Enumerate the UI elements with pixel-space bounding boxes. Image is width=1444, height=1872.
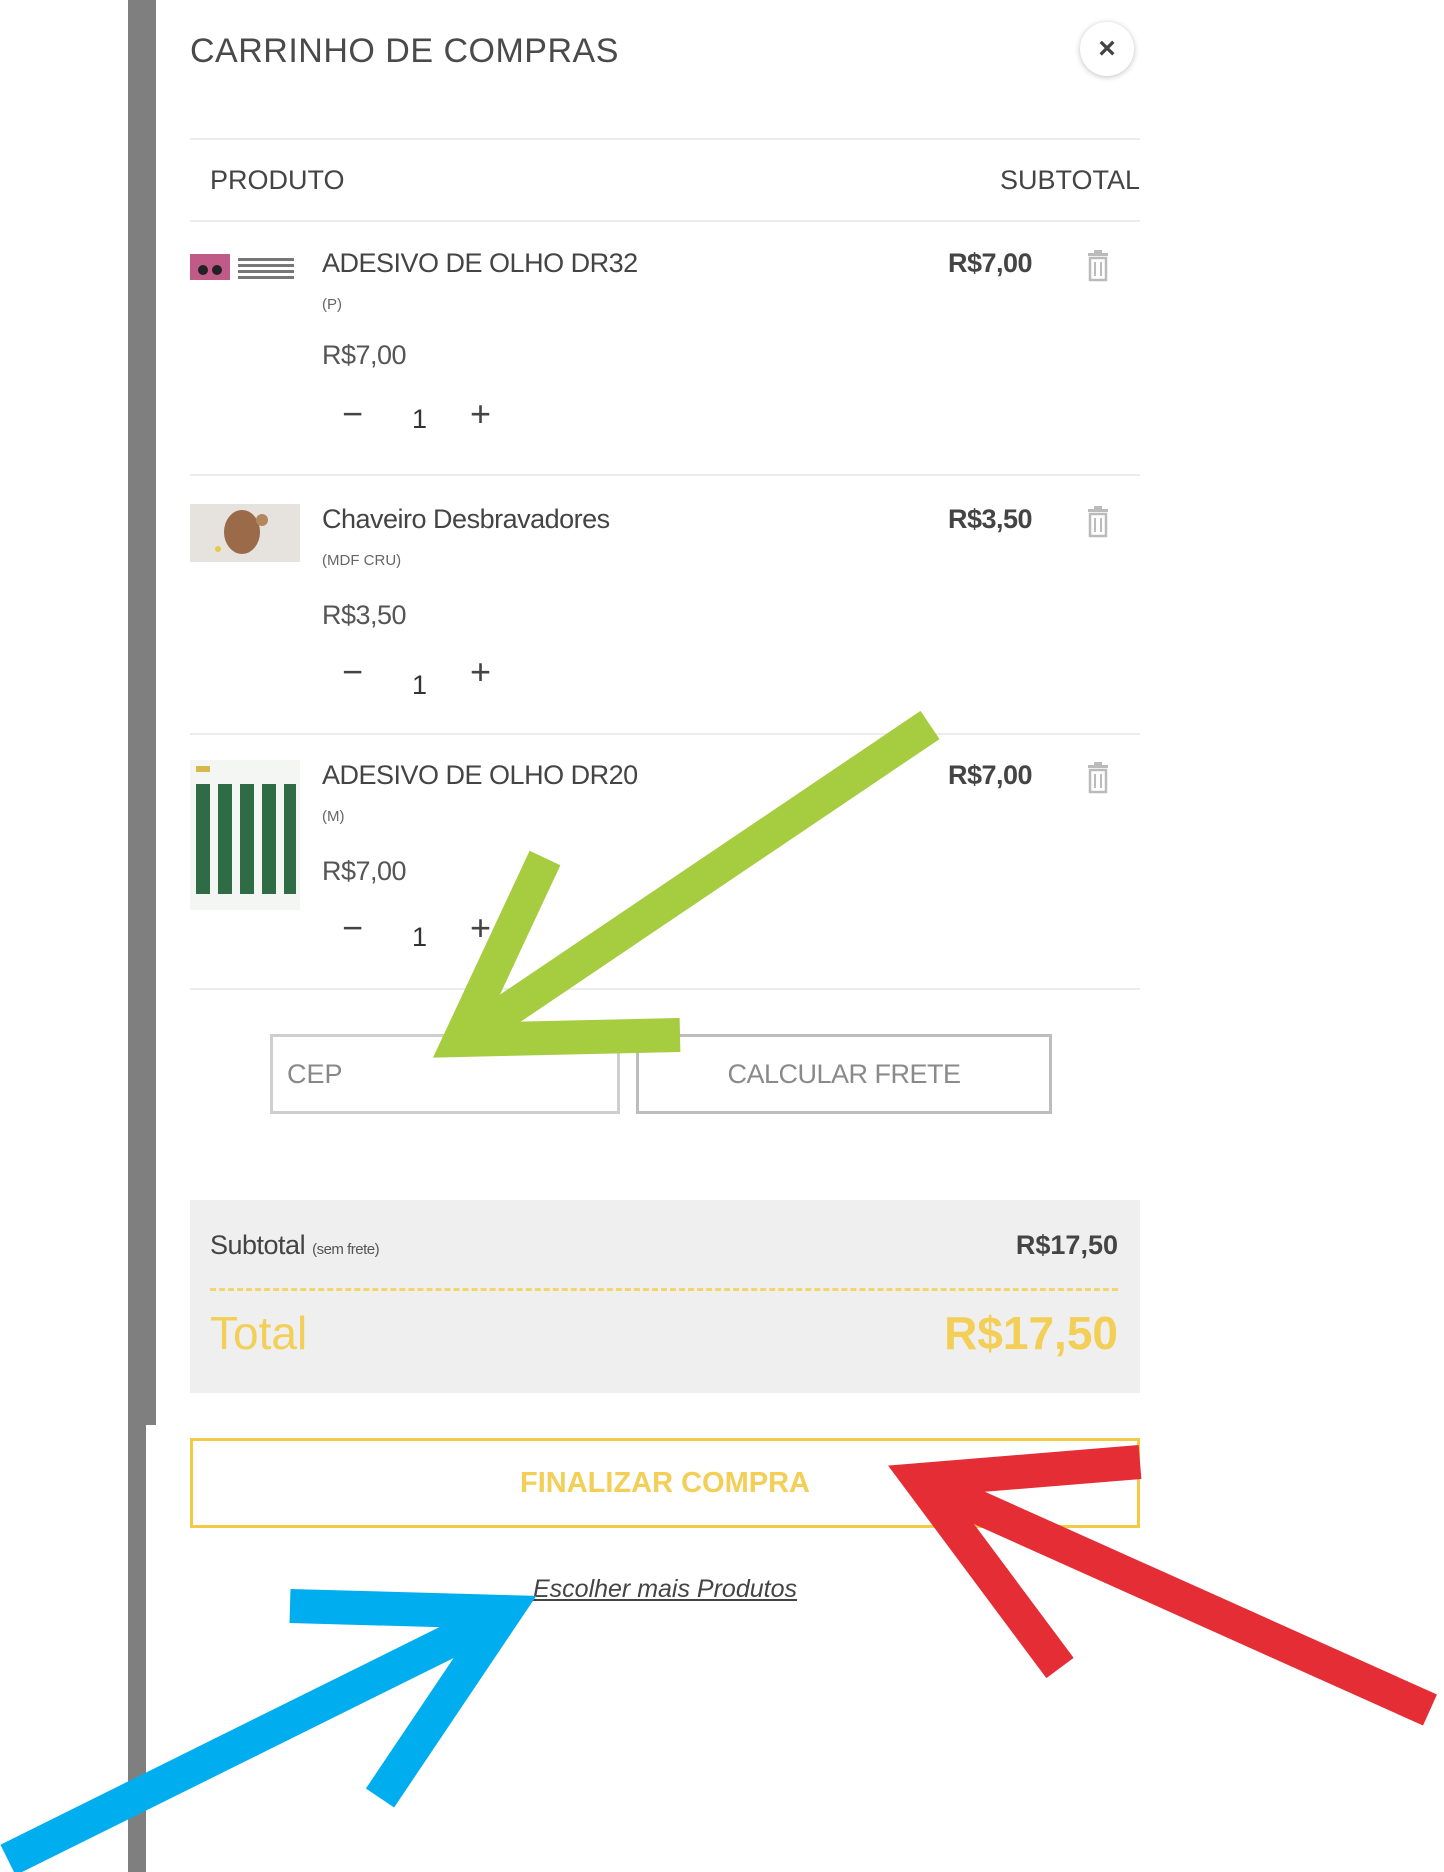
quantity-increase-button[interactable]: + — [470, 396, 491, 432]
quantity-value: 1 — [412, 922, 428, 952]
quantity-decrease-button[interactable]: − — [342, 910, 363, 946]
product-thumbnail — [190, 504, 300, 562]
close-icon: × — [1098, 32, 1116, 65]
left-border-gap — [146, 1425, 158, 1872]
product-thumbnail — [190, 248, 300, 288]
item-subtotal: R$7,00 — [948, 248, 1033, 278]
quantity-decrease-button[interactable]: − — [342, 396, 363, 432]
item-unit-price: R$7,00 — [322, 340, 407, 370]
item-name: ADESIVO DE OLHO DR32 — [322, 248, 638, 278]
quantity-increase-button[interactable]: + — [470, 910, 491, 946]
close-button[interactable]: × — [1080, 22, 1134, 76]
subtotal-note: (sem frete) — [312, 1241, 380, 1258]
item-variant: (MDF CRU) — [322, 552, 402, 569]
item-unit-price: R$3,50 — [322, 600, 407, 630]
quantity-value: 1 — [412, 404, 428, 434]
item-name: Chaveiro Desbravadores — [322, 504, 610, 534]
total-value: R$17,50 — [944, 1307, 1118, 1359]
header-divider — [190, 138, 1140, 140]
summary-divider — [210, 1288, 1118, 1291]
calculate-shipping-button[interactable]: CALCULAR FRETE — [636, 1034, 1052, 1114]
item-subtotal: R$3,50 — [948, 504, 1033, 534]
cart-title: CARRINHO DE COMPRAS — [190, 32, 619, 70]
item-divider — [190, 988, 1140, 990]
checkout-button[interactable]: FINALIZAR COMPRA — [190, 1438, 1140, 1528]
cart-panel: CARRINHO DE COMPRAS × PRODUTO SUBTOTAL A… — [190, 0, 1140, 1872]
column-header-product: PRODUTO — [210, 165, 345, 195]
item-divider — [190, 733, 1140, 735]
trash-icon[interactable] — [1085, 762, 1111, 794]
item-variant: (P) — [322, 296, 342, 313]
subtotal-label: Subtotal (sem frete) — [210, 1230, 380, 1261]
item-variant: (M) — [322, 808, 345, 825]
order-summary: Subtotal (sem frete) R$17,50 Total R$17,… — [190, 1200, 1140, 1393]
more-products-link[interactable]: Escolher mais Produtos — [190, 1575, 1140, 1604]
column-header-subtotal: SUBTOTAL — [999, 165, 1140, 195]
subtotal-label-text: Subtotal — [210, 1230, 306, 1260]
trash-icon[interactable] — [1085, 250, 1111, 282]
total-label: Total — [210, 1307, 308, 1359]
item-divider — [190, 474, 1140, 476]
quantity-value: 1 — [412, 670, 428, 700]
item-subtotal: R$7,00 — [948, 760, 1033, 790]
cep-input[interactable] — [270, 1034, 620, 1114]
columns-divider — [190, 220, 1140, 222]
subtotal-value: R$17,50 — [1015, 1230, 1118, 1260]
product-thumbnail — [190, 760, 300, 910]
trash-icon[interactable] — [1085, 506, 1111, 538]
quantity-decrease-button[interactable]: − — [342, 654, 363, 690]
item-name: ADESIVO DE OLHO DR20 — [322, 760, 638, 790]
item-unit-price: R$7,00 — [322, 856, 407, 886]
quantity-increase-button[interactable]: + — [470, 654, 491, 690]
